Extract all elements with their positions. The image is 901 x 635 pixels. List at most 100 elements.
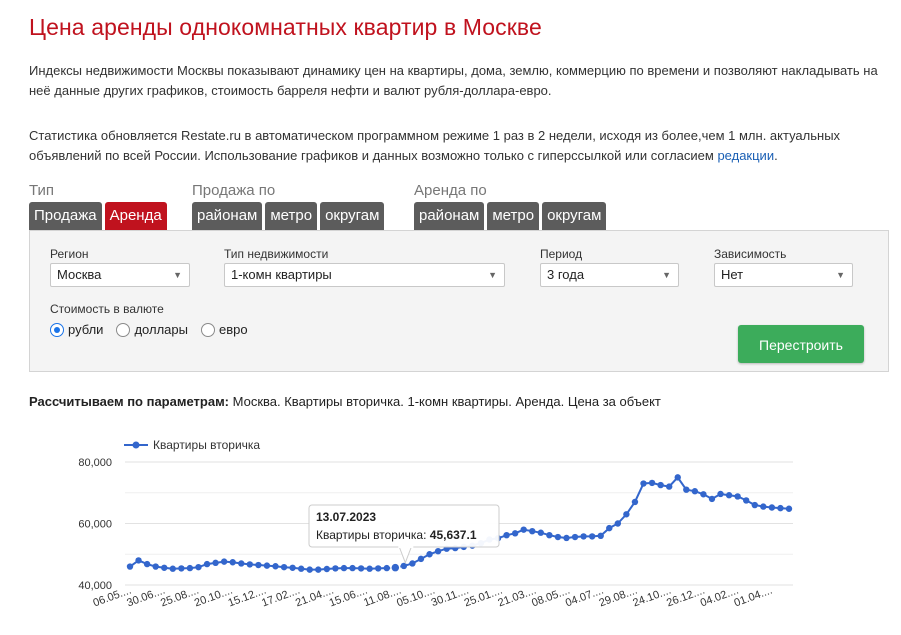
data-point[interactable] — [563, 534, 570, 542]
currency-label: Стоимость в валюте — [50, 302, 164, 316]
data-point[interactable] — [349, 564, 356, 572]
y-tick-label: 80,000 — [78, 457, 112, 469]
data-point[interactable] — [554, 533, 562, 541]
data-point[interactable] — [674, 474, 681, 481]
data-point[interactable] — [297, 565, 305, 572]
dependency-select-value: Нет — [721, 267, 744, 282]
data-point[interactable] — [426, 551, 433, 558]
data-point[interactable] — [161, 564, 168, 571]
property-type-label: Тип недвижимости — [224, 247, 329, 261]
data-point[interactable] — [571, 533, 579, 541]
editorial-link[interactable]: редакции — [717, 148, 774, 163]
data-point[interactable] — [246, 561, 254, 568]
data-point[interactable] — [623, 511, 630, 518]
data-point[interactable] — [631, 498, 639, 506]
data-point[interactable] — [614, 520, 622, 527]
tab-sale-metro[interactable]: метро — [265, 202, 318, 230]
data-point[interactable] — [229, 559, 236, 566]
radio-unchecked-icon[interactable] — [116, 322, 131, 337]
tab-group-sale-by: Продажа по районам метро округам — [192, 181, 385, 230]
period-select[interactable]: 3 года ▼ — [540, 263, 679, 287]
data-point[interactable] — [751, 501, 758, 509]
data-point[interactable] — [212, 559, 219, 567]
data-point[interactable] — [357, 565, 365, 572]
data-point[interactable] — [588, 533, 596, 540]
params-summary: Рассчитываем по параметрам: Москва. Квар… — [29, 394, 661, 409]
data-point[interactable] — [648, 479, 656, 487]
data-point[interactable] — [374, 565, 382, 572]
tab-sale-districts[interactable]: районам — [192, 202, 263, 230]
data-point[interactable] — [503, 531, 510, 539]
data-point[interactable] — [400, 562, 408, 570]
data-point[interactable] — [537, 529, 545, 536]
data-point[interactable] — [306, 566, 313, 573]
tab-rent-okrugs[interactable]: округам — [542, 202, 607, 230]
data-point[interactable] — [332, 565, 339, 572]
data-point[interactable] — [717, 490, 724, 498]
data-point[interactable] — [683, 486, 690, 493]
data-point[interactable] — [546, 531, 553, 539]
data-point[interactable] — [195, 563, 202, 571]
data-point[interactable] — [263, 562, 271, 569]
tab-sale[interactable]: Продажа — [29, 202, 102, 230]
radio-unchecked-icon[interactable] — [200, 322, 215, 337]
currency-radio-eur[interactable]: евро — [200, 322, 248, 337]
data-point[interactable] — [315, 566, 322, 573]
tab-rent-districts[interactable]: районам — [414, 202, 485, 230]
legend-label[interactable]: Квартиры вторичка — [153, 438, 260, 452]
data-point[interactable] — [777, 504, 784, 512]
data-point[interactable] — [597, 532, 604, 539]
data-point[interactable] — [323, 565, 331, 573]
radio-checked-icon[interactable] — [50, 322, 64, 337]
data-point[interactable] — [238, 560, 245, 567]
data-point[interactable] — [186, 564, 194, 572]
dependency-label: Зависимость — [714, 247, 787, 261]
data-point[interactable] — [383, 564, 390, 572]
data-point[interactable] — [143, 560, 151, 568]
data-point[interactable] — [390, 562, 401, 573]
data-point[interactable] — [725, 492, 733, 499]
data-point[interactable] — [520, 526, 527, 533]
data-point[interactable] — [708, 495, 716, 503]
data-point[interactable] — [152, 563, 159, 570]
data-point[interactable] — [606, 524, 613, 532]
property-type-select[interactable]: 1-комн квартиры ▼ — [224, 263, 505, 287]
data-point[interactable] — [657, 481, 664, 489]
data-point[interactable] — [340, 564, 348, 572]
data-point[interactable] — [409, 560, 416, 567]
data-point[interactable] — [734, 493, 741, 500]
tab-sale-okrugs[interactable]: округам — [320, 202, 385, 230]
dependency-select[interactable]: Нет ▼ — [714, 263, 853, 287]
data-point[interactable] — [760, 503, 767, 510]
currency-radio-usd[interactable]: доллары — [116, 322, 188, 337]
data-point[interactable] — [434, 547, 442, 555]
data-point[interactable] — [178, 565, 185, 572]
data-point[interactable] — [768, 504, 776, 511]
rebuild-button[interactable]: Перестроить — [738, 325, 864, 363]
data-point[interactable] — [700, 491, 707, 498]
data-point[interactable] — [135, 557, 142, 564]
data-point[interactable] — [280, 563, 288, 571]
data-point[interactable] — [272, 563, 279, 570]
data-point[interactable] — [203, 560, 211, 568]
data-point[interactable] — [255, 561, 262, 569]
data-point[interactable] — [417, 555, 425, 563]
data-point[interactable] — [220, 558, 228, 565]
data-point[interactable] — [126, 563, 134, 570]
region-select[interactable]: Москва ▼ — [50, 263, 190, 287]
tab-rent[interactable]: Аренда — [104, 202, 167, 230]
data-point[interactable] — [665, 483, 673, 490]
data-point[interactable] — [511, 530, 519, 537]
data-point[interactable] — [169, 565, 176, 572]
data-point[interactable] — [691, 488, 699, 495]
data-point[interactable] — [743, 497, 750, 504]
data-point[interactable] — [289, 564, 296, 571]
currency-radio-rub[interactable]: рубли — [50, 322, 103, 337]
chart-legend[interactable]: Квартиры вторичка — [124, 438, 260, 452]
data-point[interactable] — [580, 533, 587, 540]
data-point[interactable] — [529, 527, 536, 535]
data-point[interactable] — [785, 505, 793, 512]
tab-rent-metro[interactable]: метро — [487, 202, 540, 230]
data-point[interactable] — [366, 565, 373, 572]
data-point[interactable] — [640, 480, 647, 487]
